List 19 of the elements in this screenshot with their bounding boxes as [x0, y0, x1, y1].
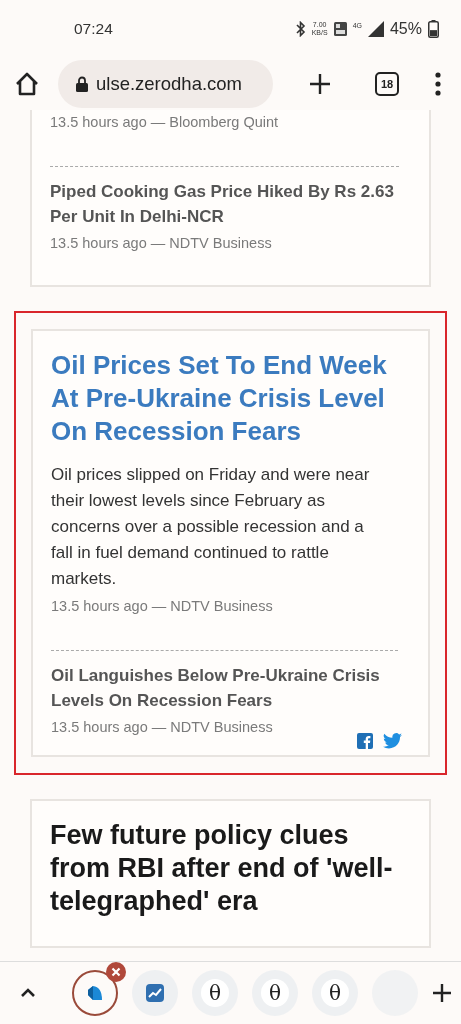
- article-summary: Oil prices slipped on Friday and were near their lowest levels since February as concerns over a possible recession and a fall in fuel demand continued to rattle markets.: [51, 464, 371, 590]
- headline-link[interactable]: Oil Prices Set To End Week At Pre-Ukraine Crisis Level On Recession Fears: [51, 349, 398, 448]
- tab-bubble[interactable]: θ: [252, 970, 298, 1016]
- article-meta: 13.5 hours ago — NDTV Business: [51, 597, 274, 616]
- related-headline[interactable]: Piped Cooking Gas Price Hiked By Rs 2.63 Per Unit In Delhi-NCR: [50, 179, 399, 229]
- related-headline[interactable]: Oil Languishes Below Pre-Ukraine Crisis Levels On Recession Fears: [51, 663, 398, 713]
- article-meta: 13.5 hours ago — NDTV Business: [51, 718, 274, 737]
- clock: 07:24: [74, 20, 113, 38]
- article-meta: 13.5 hours ago — Bloomberg Quint: [50, 113, 280, 132]
- theta-favicon: θ: [321, 979, 349, 1007]
- tab-count-button[interactable]: 18: [375, 72, 399, 96]
- address-bar[interactable]: ulse.zerodha.com: [58, 60, 273, 108]
- tab-bubble[interactable]: θ: [192, 970, 238, 1016]
- headline-link[interactable]: Few future policy clues from RBI after end of 'well-telegraphed' era: [50, 819, 399, 918]
- tab-bubble[interactable]: θ: [312, 970, 358, 1016]
- theta-favicon: θ: [261, 979, 289, 1007]
- theta-favicon: θ: [201, 979, 229, 1007]
- article-meta: 13.5 hours ago — NDTV Business: [50, 234, 273, 253]
- battery-percent: 45%: [389, 20, 422, 38]
